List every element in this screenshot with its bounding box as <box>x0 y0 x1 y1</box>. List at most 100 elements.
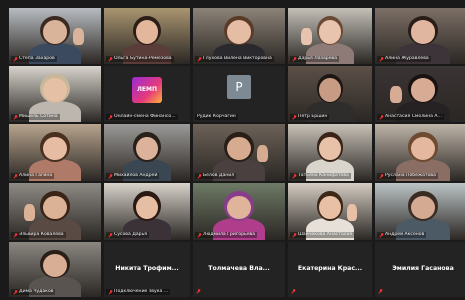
muted-mic-icon <box>197 56 202 62</box>
participant-name-label: Стёпа Захаров <box>11 56 57 62</box>
participant-name-label: Анастасия Смолина А... <box>377 114 444 120</box>
participant-tile[interactable]: Мишель Сотина <box>9 66 101 122</box>
participant-tile[interactable]: Шайчакова Анастасия <box>288 183 372 240</box>
muted-mic-icon <box>13 114 18 120</box>
muted-mic-icon <box>108 56 113 62</box>
muted-mic-icon <box>13 232 18 238</box>
participant-tile[interactable]: Толмачева Вла... <box>193 242 285 297</box>
participant-tile[interactable]: Эмилия Гасанова <box>375 242 465 297</box>
muted-mic-icon <box>292 56 297 62</box>
muted-mic-icon <box>197 173 202 179</box>
participant-name-text: Дима Чудаков <box>19 289 54 294</box>
participant-tile[interactable]: Стёпа Захаров <box>9 8 101 64</box>
participant-name-label: Людмила Григорьева <box>195 232 258 238</box>
participant-tile[interactable]: Сусова Дарья <box>104 183 190 240</box>
participant-name-text: Стёпа Захаров <box>19 56 55 61</box>
participant-name-label: Онлайн-смена Финансо... <box>106 114 178 120</box>
participant-tile[interactable]: ЛЕМП Онлайн-смена Финансо... <box>104 66 190 122</box>
participant-tile[interactable]: Пётр Ершин <box>288 66 372 122</box>
participant-name-label: Шайчакова Анастасия <box>290 232 355 238</box>
muted-mic-icon <box>108 114 113 120</box>
participant-name-large: Екатерина Крас... <box>297 265 363 273</box>
participant-tile[interactable]: Андрей Аксёнов <box>375 183 465 240</box>
muted-mic-icon <box>379 114 384 120</box>
participant-tile[interactable]: Екатерина Крас... <box>288 242 372 297</box>
participant-name-label: Пётр Ершин <box>290 114 330 120</box>
muted-mic-icon <box>13 173 18 179</box>
participant-tile[interactable]: Ольга Бутина-Ремезова <box>104 8 190 64</box>
participant-tile[interactable]: Дима Чудаков <box>9 242 101 297</box>
logo-image: ЛЕМП <box>132 76 162 103</box>
participant-name-label: Сусова Дарья <box>106 232 150 238</box>
muted-mic-icon <box>108 232 113 238</box>
participant-name-label: Мишель Сотина <box>11 114 60 120</box>
participant-name-text: Андрей Аксёнов <box>385 232 425 237</box>
participant-name-text: Анастасия Смолина А... <box>385 114 442 119</box>
participant-name-label: Дима Чудаков <box>11 289 56 295</box>
participant-name-text: Онлайн-смена Финансо... <box>114 114 176 119</box>
participant-name-text: Глухова Вилена Викторовна <box>203 56 272 61</box>
participant-tile[interactable]: Анастасия Смолина А... <box>375 66 465 122</box>
muted-mic-icon <box>379 232 384 238</box>
participant-tile[interactable]: Алина Журавлёва <box>375 8 465 64</box>
participant-tile[interactable]: Белов Данил <box>193 124 285 181</box>
participant-tile[interactable]: Глухова Вилена Викторовна <box>193 8 285 64</box>
participant-name-text: Белов Данил <box>203 173 235 178</box>
participant-name-large: Никита Трофим... <box>115 265 179 273</box>
participant-name-text: Татьяна Канифатова <box>298 173 349 178</box>
muted-mic-icon <box>292 232 297 238</box>
muted-mic-icon <box>108 173 113 179</box>
participant-tile[interactable]: Людмила Григорьева <box>193 183 285 240</box>
muted-mic-icon <box>197 232 202 238</box>
participant-name-text: Сусова Дарья <box>114 232 148 237</box>
participant-name-label: Ольга Бутина-Ремезова <box>106 56 174 62</box>
muted-mic-icon <box>13 56 18 62</box>
participant-name-label: Рудик Корчагин <box>195 114 238 120</box>
participant-name-large: Толмачева Вла... <box>208 265 270 273</box>
muted-mic-icon <box>196 289 201 294</box>
participant-name-text: Эльвира Ковалёва <box>19 232 64 237</box>
muted-mic-icon <box>379 173 384 179</box>
muted-mic-icon <box>379 56 384 62</box>
participant-tile[interactable]: P Рудик Корчагин <box>193 66 285 122</box>
participant-name-text: Рудик Корчагин <box>197 114 236 119</box>
participant-name-label: Алина Журавлёва <box>377 56 431 62</box>
participant-tile[interactable]: Никита Трофим... Подключение звука ... <box>104 242 190 297</box>
muted-mic-icon <box>108 289 113 295</box>
participant-name-text: Руслана Побежатова <box>385 173 436 178</box>
participant-gallery: Стёпа Захаров Ольга Бутина-Ремезова Глухов… <box>0 0 465 300</box>
participant-name-label: Руслана Побежатова <box>377 173 438 179</box>
participant-name-label: Глухова Вилена Викторовна <box>195 56 274 62</box>
participant-name-label: Татьяна Канифатова <box>290 173 351 179</box>
avatar: P <box>227 75 251 100</box>
participant-name-label: Подключение звука ... <box>106 289 171 295</box>
participant-name-text: Алина Гагина <box>19 173 53 178</box>
participant-name-text: Мишель Сотина <box>19 114 58 119</box>
participant-name-label: Андрей Аксёнов <box>377 232 427 238</box>
participant-tile[interactable]: Михайлов Андрей <box>104 124 190 181</box>
participant-name-label: Эльвира Ковалёва <box>11 232 66 238</box>
muted-mic-icon <box>13 289 18 295</box>
participant-name-text: Шайчакова Анастасия <box>298 232 353 237</box>
participant-name-text: Дарья Лазарева <box>298 56 338 61</box>
muted-mic-icon <box>378 289 383 294</box>
participant-name-label: Алина Гагина <box>11 173 55 179</box>
participant-tile[interactable]: Алина Гагина <box>9 124 101 181</box>
participant-tile[interactable]: Дарья Лазарева <box>288 8 372 64</box>
participant-name-label: Белов Данил <box>195 173 237 179</box>
participant-name-text: Подключение звука ... <box>114 289 169 294</box>
participant-name-text: Пётр Ершин <box>298 114 328 119</box>
participant-name-label: Дарья Лазарева <box>290 56 340 62</box>
participant-name-text: Михайлов Андрей <box>114 173 158 178</box>
muted-mic-icon <box>292 173 297 179</box>
participant-name-text: Алина Журавлёва <box>385 56 429 61</box>
participant-tile[interactable]: Эльвира Ковалёва <box>9 183 101 240</box>
participant-name-large: Эмилия Гасанова <box>392 265 454 273</box>
participant-tile[interactable]: Татьяна Канифатова <box>288 124 372 181</box>
participant-name-label: Михайлов Андрей <box>106 173 160 179</box>
muted-mic-icon <box>291 289 296 294</box>
participant-name-text: Людмила Григорьева <box>203 232 256 237</box>
participant-tile[interactable]: Руслана Побежатова <box>375 124 465 181</box>
participant-name-text: Ольга Бутина-Ремезова <box>114 56 172 61</box>
muted-mic-icon <box>292 114 297 120</box>
